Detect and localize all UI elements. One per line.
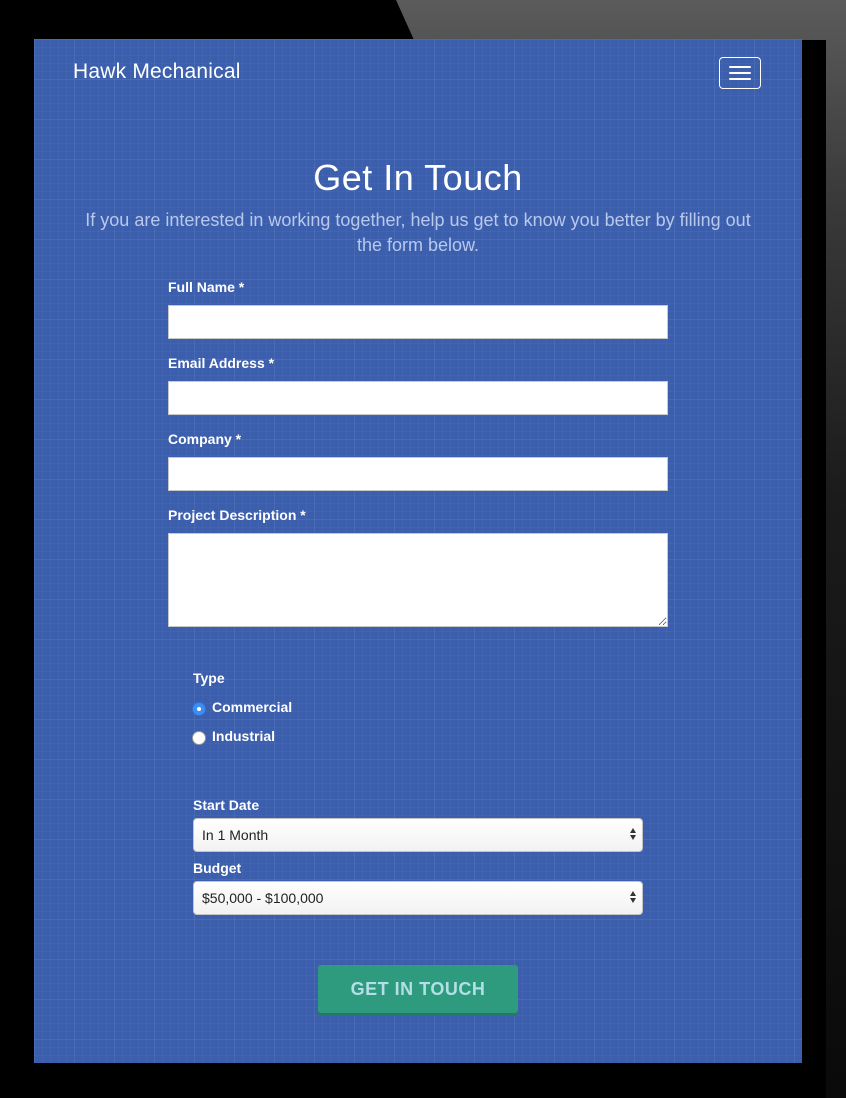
budget-select[interactable]: $50,000 - $100,000 — [193, 881, 643, 915]
email-label: Email Address * — [168, 355, 275, 371]
company-label: Company * — [168, 431, 242, 447]
page-subtitle: If you are interested in working togethe… — [85, 210, 751, 255]
project-description-textarea[interactable] — [168, 533, 668, 627]
page-title: Get In Touch — [313, 157, 523, 198]
full-name-input[interactable] — [168, 305, 668, 339]
full-name-label: Full Name * — [168, 279, 245, 295]
select-arrows-icon — [630, 828, 636, 840]
project-description-label: Project Description * — [168, 507, 306, 523]
page-screen: Hawk Mechanical Get In Touch If you are … — [34, 39, 802, 1063]
radio-checked-icon[interactable] — [192, 702, 206, 716]
select-arrows-icon — [630, 891, 636, 903]
radio-commercial[interactable]: Commercial — [192, 699, 293, 716]
start-date-label: Start Date — [193, 797, 260, 813]
radio-unchecked-icon[interactable] — [192, 731, 206, 745]
hamburger-bar — [729, 72, 751, 74]
company-input[interactable] — [168, 457, 668, 491]
email-input[interactable] — [168, 381, 668, 415]
start-date-value: In 1 Month — [202, 827, 269, 843]
get-in-touch-button[interactable]: GET IN TOUCH — [318, 965, 518, 1013]
start-date-select[interactable]: In 1 Month — [193, 818, 643, 852]
hamburger-bar — [729, 66, 751, 68]
hamburger-bar — [729, 78, 751, 80]
budget-label: Budget — [193, 860, 242, 876]
type-label: Type — [193, 670, 225, 686]
hamburger-menu-icon[interactable] — [719, 57, 761, 89]
brand-logo-text[interactable]: Hawk Mechanical — [73, 60, 241, 84]
radio-industrial-label: Industrial — [212, 728, 276, 744]
radio-commercial-label: Commercial — [212, 699, 293, 715]
budget-value: $50,000 - $100,000 — [202, 890, 324, 906]
radio-industrial[interactable]: Industrial — [192, 728, 276, 745]
